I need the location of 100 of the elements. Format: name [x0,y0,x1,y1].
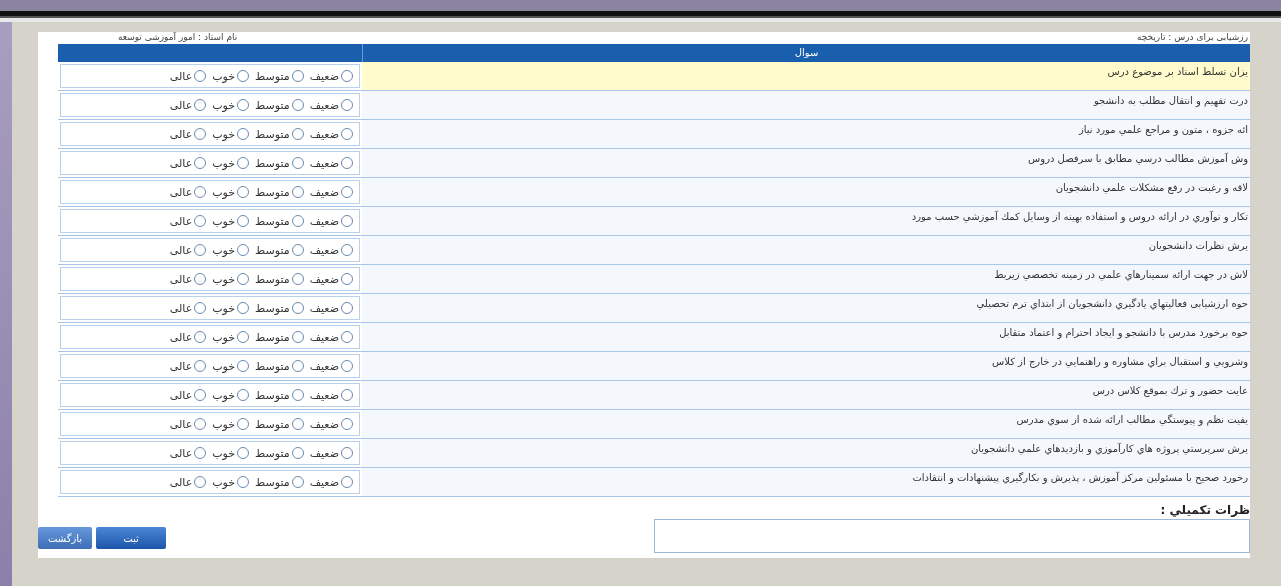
radio-button[interactable] [194,99,207,111]
radio-button[interactable] [341,418,353,430]
radio-button[interactable] [237,215,250,227]
radio-button[interactable] [341,331,353,343]
radio-button[interactable] [237,128,250,140]
option-label: خوب [212,388,236,402]
option-label: متوسط [255,214,290,228]
question-cell: یرش سرپرستي پروژه هاي کارآموزي و بازدیدهاي علمي دانشجویان [362,439,1250,467]
option-label: ضعیف [309,301,339,315]
radio-button[interactable] [291,418,304,430]
radio-button[interactable] [237,360,250,372]
radio-button[interactable] [194,186,207,198]
question-cell: یزان تسلط استاد بر موضوع درس [362,62,1250,90]
option-label: عالی [169,156,193,170]
radio-button[interactable] [237,186,250,198]
radio-button[interactable] [341,302,353,314]
radio-button[interactable] [194,273,207,285]
radio-button[interactable] [194,476,207,488]
option-label: خوب [212,98,236,112]
radio-button[interactable] [341,128,353,140]
option-label: خوب [212,446,236,460]
question-cell: حوه ارزشیابی فعالیتهاي یادگیري دانشجویان از ابتداي ترم تحصیلي [362,294,1250,322]
radio-button[interactable] [291,389,304,401]
option-label: ضعیف [309,359,339,373]
radio-button[interactable] [291,186,304,198]
radio-button[interactable] [291,244,304,256]
radio-button[interactable] [237,244,250,256]
radio-button[interactable] [194,389,207,401]
radio-button[interactable] [341,389,353,401]
question-cell: لاقه و رغبت در رفع مشکلات علمي دانشجویان [362,178,1250,206]
radio-button[interactable] [194,302,207,314]
radio-button[interactable] [194,70,207,82]
option-label: متوسط [255,301,290,315]
radio-button[interactable] [237,70,250,82]
option-label: ضعیف [309,156,339,170]
option-label: عالی [169,446,193,460]
radio-button[interactable] [237,418,250,430]
radio-button[interactable] [341,360,353,372]
radio-button[interactable] [341,476,353,488]
radio-button[interactable] [291,331,304,343]
option-label: متوسط [255,475,290,489]
radio-button[interactable] [194,360,207,372]
radio-button[interactable] [194,331,207,343]
radio-button[interactable] [237,273,250,285]
radio-button[interactable] [237,157,250,169]
radio-button[interactable] [237,331,250,343]
comments-field[interactable] [654,519,1250,553]
option-label: ضعیف [309,272,339,286]
radio-button[interactable] [291,99,304,111]
radio-button[interactable] [291,447,304,459]
option-label: عالی [169,214,193,228]
radio-button[interactable] [291,215,304,227]
radio-button[interactable] [291,476,304,488]
teacher-name: نام استاد : امور آموزشی توسعه [118,32,238,44]
option-label: عالی [169,301,193,315]
submit-button[interactable]: ثبت [96,527,166,549]
column-header: سوال [793,46,820,60]
radio-button[interactable] [194,157,207,169]
question-cell: وش آموزش مطالب درسي مطابق با سرفصل دروس [362,149,1250,177]
option-label: متوسط [255,69,290,83]
radio-button[interactable] [291,128,304,140]
option-label: عالی [169,359,193,373]
option-label: متوسط [255,127,290,141]
option-label: خوب [212,330,236,344]
option-label: متوسط [255,388,290,402]
radio-button[interactable] [237,389,250,401]
radio-button[interactable] [194,128,207,140]
option-label: متوسط [255,330,290,344]
option-label: عالی [169,388,193,402]
radio-button[interactable] [291,70,304,82]
radio-button[interactable] [341,157,353,169]
back-button[interactable]: بازگشت [38,527,92,549]
radio-button[interactable] [291,302,304,314]
option-label: متوسط [255,185,290,199]
option-label: ضعیف [309,330,339,344]
radio-button[interactable] [341,186,353,198]
option-label: متوسط [255,272,290,286]
radio-button[interactable] [237,476,250,488]
question-cell: یرش نظرات دانشجویان [362,236,1250,264]
option-label: خوب [212,243,236,257]
option-label: خوب [212,301,236,315]
radio-button[interactable] [194,447,207,459]
option-label: ضعیف [309,243,339,257]
radio-button[interactable] [237,302,250,314]
radio-button[interactable] [341,99,353,111]
radio-button[interactable] [194,215,207,227]
radio-button[interactable] [341,447,353,459]
radio-button[interactable] [194,244,207,256]
option-label: متوسط [255,359,290,373]
option-label: خوب [212,127,236,141]
radio-button[interactable] [341,70,353,82]
radio-button[interactable] [291,360,304,372]
radio-button[interactable] [341,273,353,285]
radio-button[interactable] [291,273,304,285]
radio-button[interactable] [291,157,304,169]
radio-button[interactable] [237,447,250,459]
radio-button[interactable] [237,99,250,111]
radio-button[interactable] [341,215,353,227]
radio-button[interactable] [194,418,207,430]
radio-button[interactable] [341,244,353,256]
